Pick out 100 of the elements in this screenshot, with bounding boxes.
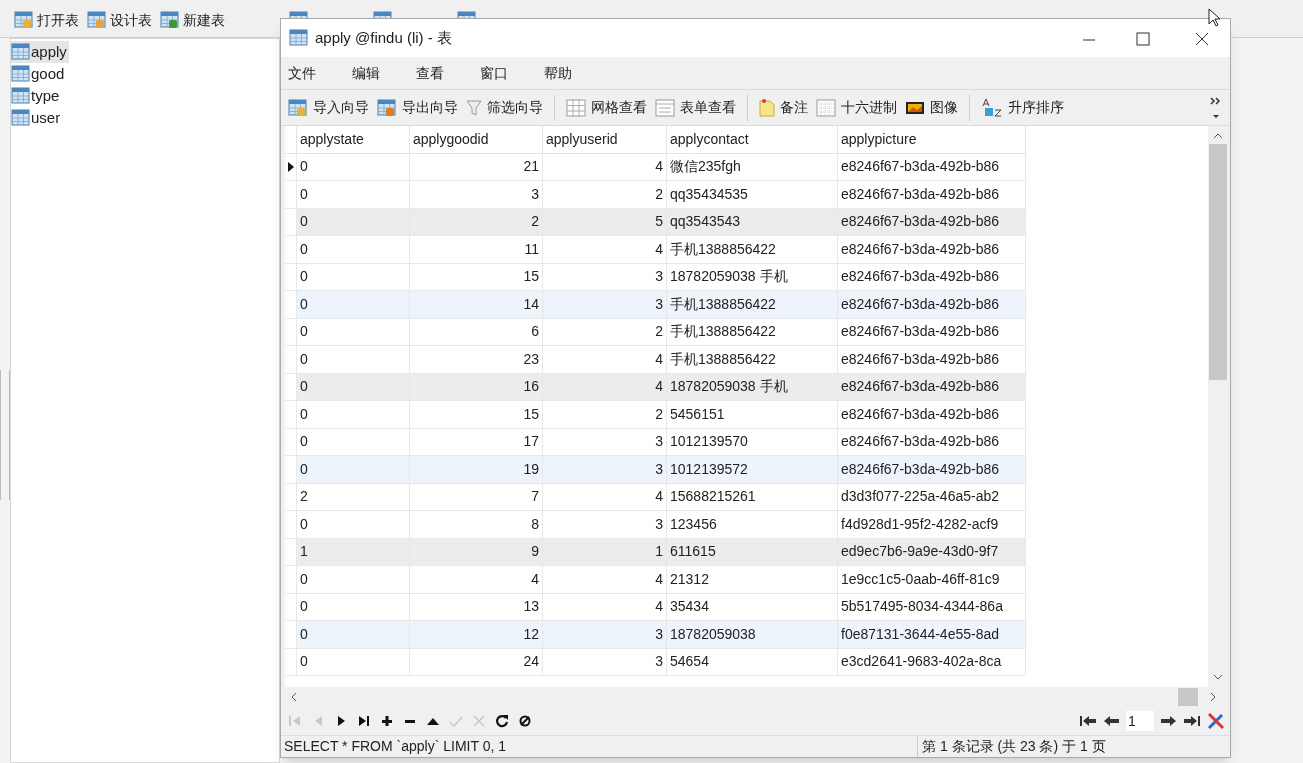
table-row[interactable]: 2 7 4 15688215261 d3d3f077-225a-46a5-ab2 xyxy=(285,483,1026,511)
table-list-item[interactable]: good xyxy=(11,63,67,85)
table-cell: e8246f67-b3da-492b-b86 xyxy=(837,235,1026,263)
table-row[interactable]: 0 8 3 123456 f4d928d1-95f2-4282-acf9 xyxy=(285,510,1026,538)
table-row[interactable]: 0 19 3 1012139572 e8246f67-b3da-492b-b86 xyxy=(285,455,1026,483)
table-row[interactable]: 0 15 3 18782059038 手机 e8246f67-b3da-492b-b86 xyxy=(285,263,1026,291)
scroll-thumb[interactable] xyxy=(1178,688,1198,706)
table-row[interactable]: 0 6 2 手机1388856422 e8246f67-b3da-492b-b86 xyxy=(285,318,1026,346)
vertical-scrollbar[interactable] xyxy=(1208,126,1228,687)
sort-icon xyxy=(981,97,1003,118)
table-row[interactable]: 1 9 1 611615 ed9ec7b6-9a9e-43d0-9f7 xyxy=(285,538,1026,566)
table-cell: 14 xyxy=(409,290,543,318)
column-header[interactable]: applypicture xyxy=(837,126,1026,153)
window-title: apply @findu (li) - 表 xyxy=(315,27,452,48)
toolbar-button[interactable]: 新建表 xyxy=(160,9,225,31)
toolbar-button[interactable]: 图像 xyxy=(902,93,961,122)
table-cell: 0 xyxy=(296,593,410,621)
table-cell: 18782059038 xyxy=(666,620,838,648)
table-cell: 0 xyxy=(296,263,410,291)
table-cell: e3cd2641-9683-402a-8ca xyxy=(837,648,1026,676)
previous-page-icon[interactable] xyxy=(1102,713,1122,729)
table-cell: d3d3f077-225a-46a5-ab2 xyxy=(837,483,1026,511)
table-cell: ed9ec7b6-9a9e-43d0-9f7 xyxy=(837,538,1026,566)
table-cell: 5b517495-8034-4344-86a xyxy=(837,593,1026,621)
column-header[interactable]: applycontact xyxy=(666,126,838,153)
menu-item[interactable]: 窗口 xyxy=(479,62,509,84)
toolbar-button[interactable]: 打开表 xyxy=(14,9,79,31)
first-page-icon[interactable] xyxy=(1078,713,1098,729)
toolbar-button[interactable]: 表单查看 xyxy=(652,93,739,122)
table-cell: 微信235fgh xyxy=(666,153,838,181)
table-list-item[interactable]: user xyxy=(11,107,63,129)
column-header[interactable]: applyuserid xyxy=(542,126,667,153)
menu-item[interactable]: 文件 xyxy=(287,62,317,84)
table-row[interactable]: 0 11 4 手机1388856422 e8246f67-b3da-492b-b86 xyxy=(285,235,1026,263)
table-icon xyxy=(87,11,107,29)
scroll-thumb[interactable] xyxy=(1209,144,1227,380)
table-cell: e8246f67-b3da-492b-b86 xyxy=(837,428,1026,456)
table-cell: 2 xyxy=(542,400,667,428)
table-icon xyxy=(289,29,309,47)
more-icon[interactable] xyxy=(1210,94,1222,121)
tools-icon[interactable] xyxy=(1206,711,1226,731)
table-cell: 0 xyxy=(296,318,410,346)
table-cell: 0 xyxy=(296,153,410,181)
table-row[interactable]: 0 4 4 21312 1e9cc1c5-0aab-46ff-81c9 xyxy=(285,565,1026,593)
toolbar-button[interactable]: 设计表 xyxy=(87,9,152,31)
table-icon xyxy=(14,11,34,29)
table-row[interactable]: 0 23 4 手机1388856422 e8246f67-b3da-492b-b86 xyxy=(285,345,1026,373)
table-list-item[interactable]: apply xyxy=(11,41,69,63)
table-row[interactable]: 0 2 5 qq3543543 e8246f67-b3da-492b-b86 xyxy=(285,208,1026,236)
table-row[interactable]: 0 14 3 手机1388856422 e8246f67-b3da-492b-b86 xyxy=(285,290,1026,318)
table-row[interactable]: 0 16 4 18782059038 手机 e8246f67-b3da-492b-b86 xyxy=(285,373,1026,401)
toolbar-button[interactable]: 升序排序 xyxy=(978,93,1067,122)
toolbar-button[interactable]: 筛选向导 xyxy=(463,93,546,122)
status-record-count: 第 1 条记录 (共 23 条) 于 1 页 xyxy=(917,736,1106,757)
table-row[interactable]: 0 17 3 1012139570 e8246f67-b3da-492b-b86 xyxy=(285,428,1026,456)
table-cell: e8246f67-b3da-492b-b86 xyxy=(837,400,1026,428)
image-icon xyxy=(905,99,925,116)
column-header[interactable]: applystate xyxy=(296,126,410,153)
table-row[interactable]: 0 13 4 35434 5b517495-8034-4344-86a xyxy=(285,593,1026,621)
table-cell: 0 xyxy=(296,373,410,401)
table-icon xyxy=(11,109,31,127)
last-page-icon[interactable] xyxy=(1182,713,1202,729)
page-field[interactable]: 1 xyxy=(1126,711,1154,731)
table-cell: e8246f67-b3da-492b-b86 xyxy=(837,318,1026,346)
table-cell: 4 xyxy=(542,373,667,401)
menu-item[interactable]: 查看 xyxy=(415,62,445,84)
export-icon xyxy=(377,98,397,117)
table-cell: 611615 xyxy=(666,538,838,566)
table-cell: 13 xyxy=(409,593,543,621)
menu-item[interactable]: 编辑 xyxy=(351,62,381,84)
toolbar-button[interactable]: 十六进制 xyxy=(813,93,900,122)
table-list-item[interactable]: type xyxy=(11,85,62,107)
menu-item[interactable]: 帮助 xyxy=(543,62,573,84)
toolbar-button[interactable]: 导出向导 xyxy=(374,93,461,122)
toolbar-button[interactable]: 导入向导 xyxy=(285,93,372,122)
table-row[interactable]: 0 15 2 5456151 e8246f67-b3da-492b-b86 xyxy=(285,400,1026,428)
table-icon xyxy=(11,65,31,83)
table-row[interactable]: 0 21 4 微信235fgh e8246f67-b3da-492b-b86 xyxy=(285,153,1026,181)
table-cell: 21 xyxy=(409,153,543,181)
table-cell: 0 xyxy=(296,428,410,456)
column-header[interactable]: applygoodid xyxy=(409,126,543,153)
table-cell: 0 xyxy=(296,400,410,428)
table-cell: f0e87131-3644-4e55-8ad xyxy=(837,620,1026,648)
table-cell: qq3543543 xyxy=(666,208,838,236)
filter-icon xyxy=(466,98,482,117)
table-row[interactable]: 0 12 3 18782059038 f0e87131-3644-4e55-8ad xyxy=(285,620,1026,648)
toolbar-button[interactable]: 网格查看 xyxy=(563,93,650,122)
table-row[interactable]: 0 24 3 54654 e3cd2641-9683-402a-8ca xyxy=(285,648,1026,676)
table-cell: 19 xyxy=(409,455,543,483)
table-row[interactable]: 0 3 2 qq35434535 e8246f67-b3da-492b-b86 xyxy=(285,180,1026,208)
table-cell: 0 xyxy=(296,565,410,593)
splitter-handle[interactable] xyxy=(0,370,10,500)
table-cell: 12 xyxy=(409,620,543,648)
table-cell: 3 xyxy=(542,455,667,483)
table-cell: 9 xyxy=(409,538,543,566)
table-cell: 0 xyxy=(296,235,410,263)
next-page-icon[interactable] xyxy=(1158,713,1178,729)
table-cell: e8246f67-b3da-492b-b86 xyxy=(837,455,1026,483)
hex-grid-icon xyxy=(816,98,836,117)
toolbar-button[interactable]: 备注 xyxy=(756,93,811,122)
